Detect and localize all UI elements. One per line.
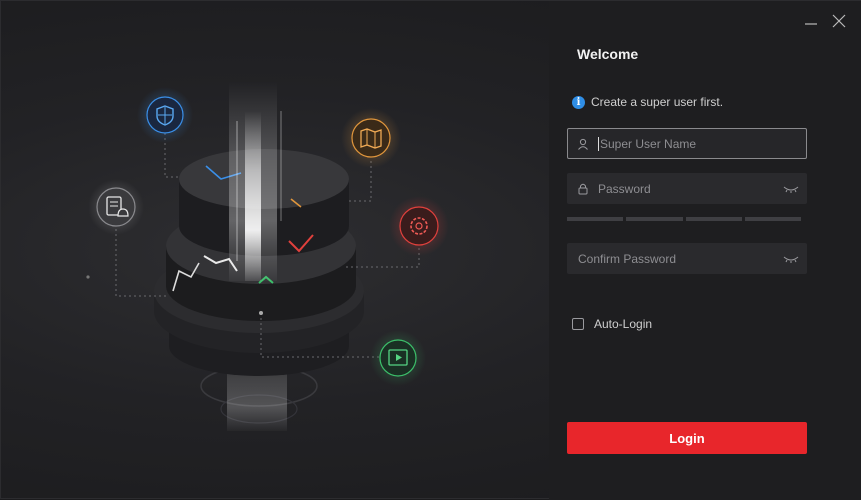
- gear-icon: [389, 196, 449, 256]
- password-field[interactable]: [567, 173, 807, 204]
- user-icon: [568, 138, 598, 150]
- eye-closed-icon: [783, 256, 799, 263]
- confirm-password-field[interactable]: [567, 243, 807, 274]
- auto-login-label: Auto-Login: [594, 317, 653, 331]
- shield-icon: [137, 87, 193, 143]
- video-icon: [370, 330, 426, 386]
- login-window: Welcome i Create a super user first. Sup…: [0, 0, 861, 500]
- text-caret: [598, 136, 599, 151]
- minimize-icon: [805, 23, 817, 25]
- login-button[interactable]: Login: [567, 422, 807, 454]
- info-icon: i: [572, 95, 585, 109]
- show-password-toggle[interactable]: [776, 184, 806, 194]
- hint-text: Create a super user first.: [591, 95, 724, 109]
- strength-segment: [685, 217, 742, 221]
- username-input[interactable]: [600, 136, 806, 151]
- document-bell-icon: [88, 179, 144, 235]
- password-strength-meter: [567, 217, 801, 221]
- auto-login-option[interactable]: Auto-Login: [572, 317, 652, 331]
- eye-closed-icon: [783, 186, 799, 193]
- confirm-password-input[interactable]: [568, 251, 776, 266]
- map-icon: [341, 108, 401, 168]
- minimize-button[interactable]: [801, 11, 821, 31]
- lock-icon: [568, 182, 598, 195]
- close-icon: [832, 14, 846, 28]
- username-field[interactable]: [567, 128, 807, 159]
- strength-segment: [567, 217, 624, 221]
- hint-message: i Create a super user first.: [572, 95, 723, 109]
- strength-segment: [744, 217, 801, 221]
- close-button[interactable]: [829, 11, 849, 31]
- welcome-title: Welcome: [577, 46, 639, 62]
- hero-illustration: [86, 81, 449, 431]
- show-confirm-password-toggle[interactable]: [776, 254, 806, 264]
- auto-login-checkbox[interactable]: [572, 318, 584, 330]
- password-input[interactable]: [598, 181, 776, 196]
- strength-segment: [626, 217, 683, 221]
